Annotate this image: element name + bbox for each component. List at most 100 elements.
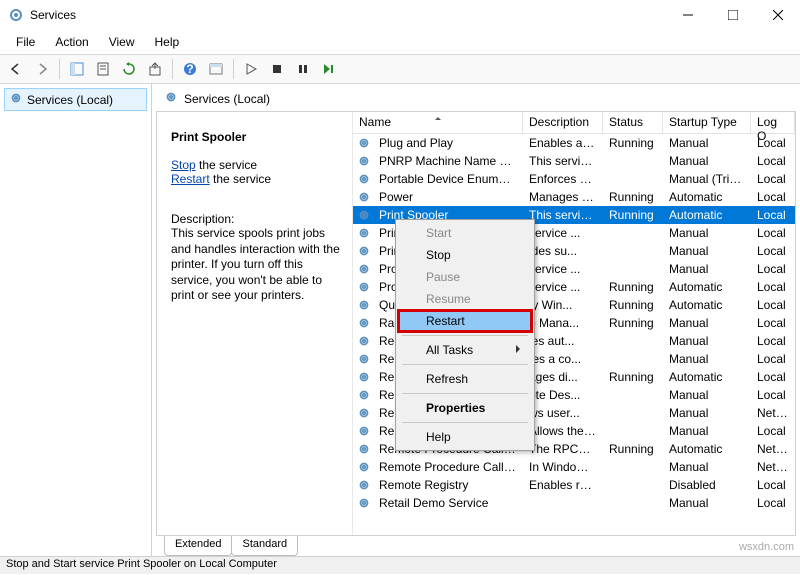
properties-button[interactable] [91,57,115,81]
cell-status: Running [603,207,663,223]
column-headers: Name Description Status Startup Type Log… [353,112,795,134]
stop-link[interactable]: Stop [171,158,196,172]
ctx-all-tasks[interactable]: All Tasks [398,339,532,361]
panel-header-label: Services (Local) [184,92,270,106]
cell-startup: Manual [663,333,751,349]
gear-icon [9,91,23,108]
cell-startup: Manual [663,351,751,367]
ctx-properties[interactable]: Properties [398,397,532,419]
cell-desc: les aut... [523,333,603,349]
cell-status: Running [603,441,663,457]
gear-icon [357,190,371,204]
services-app-icon [8,7,24,23]
table-row[interactable]: Plug and PlayEnables a c...RunningManual… [353,134,795,152]
cell-status: Running [603,315,663,331]
forward-button[interactable] [30,57,54,81]
toolbar-icon[interactable] [204,57,228,81]
cell-startup: Automatic [663,297,751,313]
menu-action[interactable]: Action [45,32,98,52]
watermark: wsxdn.com [739,541,794,553]
stop-service-button[interactable] [265,57,289,81]
cell-status [603,430,663,432]
cell-status [603,358,663,360]
table-row[interactable]: Remote RegistryEnables rem...DisabledLoc… [353,476,795,494]
tab-extended[interactable]: Extended [164,536,232,556]
tab-standard[interactable]: Standard [231,536,298,556]
restart-suffix: the service [210,172,271,186]
restart-link[interactable]: Restart [171,172,210,186]
close-button[interactable] [755,0,800,30]
export-button[interactable] [143,57,167,81]
cell-status: Running [603,279,663,295]
col-logon[interactable]: Log O [751,112,795,133]
cell-desc: Enables rem... [523,477,603,493]
tree-node-services-local[interactable]: Services (Local) [4,88,147,111]
table-row[interactable]: Remote Procedure Call (R...In Windows...… [353,458,795,476]
start-service-button[interactable] [239,57,263,81]
cell-name: Power [373,189,523,205]
cell-status [603,340,663,342]
help-button[interactable]: ? [178,57,202,81]
toolbar-separator [233,59,234,79]
col-startup[interactable]: Startup Type [663,112,751,133]
ctx-start[interactable]: Start [398,222,532,244]
menu-file[interactable]: File [6,32,45,52]
cell-startup: Manual (Trig... [663,171,751,187]
menu-view[interactable]: View [99,32,145,52]
table-row[interactable]: Retail Demo ServiceManualLocal [353,494,795,512]
col-name[interactable]: Name [353,112,523,133]
cell-startup: Manual [663,459,751,475]
col-description[interactable]: Description [523,112,603,133]
cell-startup: Automatic [663,189,751,205]
refresh-button[interactable] [117,57,141,81]
table-row[interactable]: Portable Device Enumerator...Enforces gr… [353,170,795,188]
table-row[interactable]: PNRP Machine Name Publi...This service .… [353,152,795,170]
tree-node-label: Services (Local) [27,93,113,107]
col-status[interactable]: Status [603,112,663,133]
cell-logon: Local [751,207,795,223]
ctx-refresh[interactable]: Refresh [398,368,532,390]
table-row[interactable]: PowerManages p...RunningAutomaticLocal [353,188,795,206]
gear-icon [357,388,371,402]
back-button[interactable] [4,57,28,81]
ctx-resume[interactable]: Resume [398,288,532,310]
cell-logon: Local [751,189,795,205]
gear-icon [357,154,371,168]
view-tabs: Extended Standard [156,536,796,556]
ctx-stop[interactable]: Stop [398,244,532,266]
pause-service-button[interactable] [291,57,315,81]
gear-icon [357,424,371,438]
maximize-button[interactable] [710,0,755,30]
show-hide-tree-button[interactable] [65,57,89,81]
ctx-separator [402,364,528,365]
cell-logon: Local [751,369,795,385]
cell-startup: Manual [663,261,751,277]
cell-startup: Automatic [663,279,751,295]
minimize-button[interactable] [665,0,710,30]
cell-startup: Automatic [663,441,751,457]
cell-logon: Local [751,477,795,493]
ctx-help[interactable]: Help [398,426,532,448]
cell-desc [523,502,603,504]
cell-name: Remote Registry [373,477,523,493]
status-bar: Stop and Start service Print Spooler on … [0,556,800,574]
restart-service-button[interactable] [317,57,341,81]
cell-status: Running [603,369,663,385]
cell-desc: Enables a c... [523,135,603,151]
gear-icon [357,136,371,150]
gear-icon [357,496,371,510]
ctx-pause[interactable]: Pause [398,266,532,288]
cell-startup: Automatic [663,369,751,385]
chevron-right-icon [516,345,524,353]
cell-name: PNRP Machine Name Publi... [373,153,523,169]
cell-logon: Local [751,261,795,277]
cell-logon: Local [751,171,795,187]
ctx-restart[interactable]: Restart [398,310,532,332]
ctx-separator [402,335,528,336]
description-label: Description: [171,212,342,226]
cell-desc: ages di... [523,369,603,385]
context-menu: Start Stop Pause Resume Restart All Task… [395,219,535,451]
menu-help[interactable]: Help [145,32,190,52]
cell-status [603,484,663,486]
svg-text:?: ? [186,62,193,76]
